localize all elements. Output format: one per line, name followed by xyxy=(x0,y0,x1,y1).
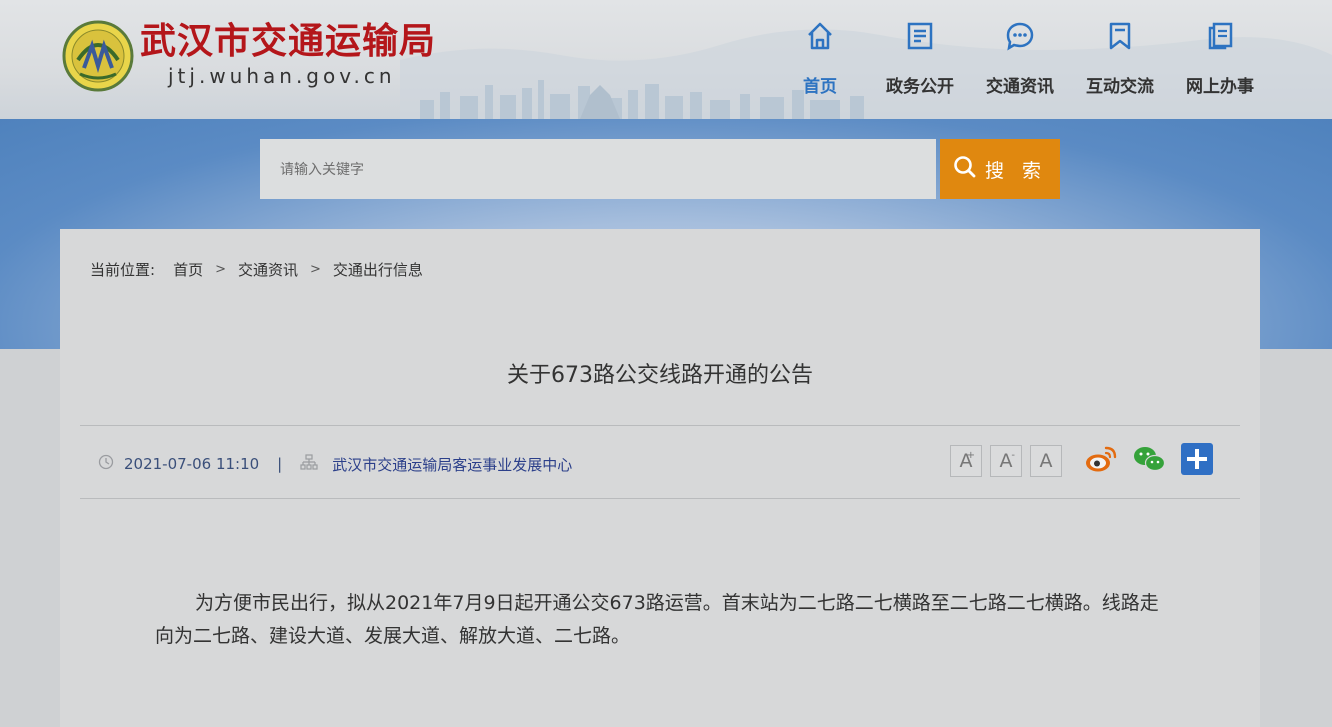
weibo-icon xyxy=(1084,444,1118,478)
article-body: 为方便市民出行，拟从2021年7月9日起开通公交673路运营。首末站为二七路二七… xyxy=(155,592,1159,647)
nav-item-interaction[interactable]: 互动交流 xyxy=(1070,14,1170,104)
plus-icon xyxy=(1181,443,1213,479)
nav-item-online-services[interactable]: 网上办事 xyxy=(1170,14,1270,104)
wechat-icon xyxy=(1132,444,1166,478)
organization-icon xyxy=(300,454,318,474)
wuhan-emblem-logo xyxy=(62,20,134,92)
chat-bubble-icon xyxy=(1005,18,1035,54)
breadcrumb-separator: > xyxy=(310,262,321,277)
search-icon xyxy=(953,155,977,183)
breadcrumb-prefix: 当前位置: xyxy=(90,261,156,279)
weibo-share-button[interactable] xyxy=(1084,444,1118,478)
divider xyxy=(80,425,1240,426)
font-large-mark: + xyxy=(966,450,975,461)
nav-label: 政务公开 xyxy=(886,77,954,97)
site-header: 武汉市交通运输局 jtj.wuhan.gov.cn 首页 政务公开 交通资讯 互… xyxy=(0,0,1332,119)
bookmark-icon xyxy=(1105,18,1135,54)
more-share-button[interactable] xyxy=(1180,443,1214,479)
breadcrumb-separator: > xyxy=(215,262,226,277)
home-icon xyxy=(805,18,835,54)
main-nav: 首页 政务公开 交通资讯 互动交流 网上办事 xyxy=(770,14,1270,104)
article-card: 当前位置: 首页 > 交通资讯 > 交通出行信息 关于673路公交线路开通的公告… xyxy=(60,229,1260,727)
search-button-label: 搜 索 xyxy=(984,159,1048,182)
publish-date: 2021-07-06 11:10 xyxy=(124,455,260,473)
nav-label: 交通资讯 xyxy=(986,77,1054,97)
meta-divider: | xyxy=(277,455,283,473)
font-normal-letter: A xyxy=(1039,450,1053,472)
font-size-small-button[interactable]: A- xyxy=(990,445,1022,477)
document-icon xyxy=(905,18,935,54)
font-size-normal-button[interactable]: A xyxy=(1030,445,1062,477)
nav-label: 互动交流 xyxy=(1086,77,1154,97)
article-source: 武汉市交通运输局客运事业发展中心 xyxy=(332,455,573,474)
article-meta: 2021-07-06 11:10 | 武汉市交通运输局客运事业发展中心 xyxy=(98,451,572,477)
search-placeholder: 请输入关键字 xyxy=(280,162,364,178)
nav-label: 网上办事 xyxy=(1186,77,1254,97)
search-input[interactable]: 请输入关键字 xyxy=(260,139,936,199)
share-tools xyxy=(1084,443,1214,479)
clock-icon xyxy=(98,454,114,474)
nav-item-home[interactable]: 首页 xyxy=(770,14,870,104)
font-size-large-button[interactable]: A + xyxy=(950,445,982,477)
site-name: 武汉市交通运输局 xyxy=(140,21,437,62)
nav-item-government-affairs[interactable]: 政务公开 xyxy=(870,14,970,104)
divider xyxy=(80,498,1240,499)
breadcrumb-home[interactable]: 首页 xyxy=(173,259,203,280)
nav-item-traffic-news[interactable]: 交通资讯 xyxy=(970,14,1070,104)
font-small-mark: - xyxy=(1011,450,1015,461)
nav-label: 首页 xyxy=(803,77,837,97)
wechat-share-button[interactable] xyxy=(1132,444,1166,478)
article-title: 关于673路公交线路开通的公告 xyxy=(507,363,813,388)
breadcrumb: 当前位置: 首页 > 交通资讯 > 交通出行信息 xyxy=(90,259,423,280)
site-domain: jtj.wuhan.gov.cn xyxy=(168,64,396,88)
breadcrumb-travel-info[interactable]: 交通出行信息 xyxy=(333,259,423,280)
search-button[interactable]: 搜 索 xyxy=(940,139,1060,199)
font-size-tools: A + A- A xyxy=(950,445,1062,477)
breadcrumb-traffic-news[interactable]: 交通资讯 xyxy=(238,259,298,280)
copy-icon xyxy=(1205,18,1235,54)
